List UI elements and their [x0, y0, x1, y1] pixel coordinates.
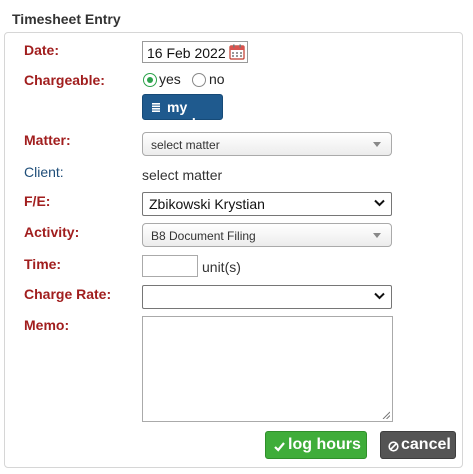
matter-label: Matter:: [24, 132, 71, 148]
time-unit: unit(s): [202, 259, 241, 275]
activity-label: Activity:: [24, 224, 80, 240]
log-hours-label: log hours: [288, 436, 361, 453]
fe-select[interactable]: Zbikowski Krystian: [142, 192, 392, 216]
chevron-down-icon: [373, 233, 381, 238]
time-input[interactable]: [142, 255, 198, 277]
cancel-button[interactable]: cancel: [380, 431, 456, 459]
my-work-button[interactable]: my work: [142, 94, 223, 131]
date-value: 16 Feb 2022: [147, 45, 226, 61]
time-label: Time:: [24, 256, 62, 272]
fe-value: Zbikowski Krystian: [149, 196, 265, 212]
cancel-label: cancel: [401, 436, 451, 453]
date-input[interactable]: 16 Feb 2022: [142, 41, 248, 63]
fe-label: F/E:: [24, 193, 51, 209]
my-work-label: my work: [167, 99, 200, 131]
chevron-down-icon: [374, 199, 385, 207]
chargeable-label: Chargeable:: [24, 72, 105, 88]
list-icon: [152, 103, 160, 112]
checkmark-icon: [274, 442, 285, 452]
matter-select[interactable]: select matter: [142, 132, 392, 156]
chargeable-no-radio[interactable]: [192, 73, 206, 87]
chargeable-yes-radio[interactable]: [143, 73, 157, 87]
page-title: Timesheet Entry: [12, 11, 121, 27]
charge-rate-label: Charge Rate:: [24, 286, 112, 302]
client-value: select matter: [142, 167, 223, 183]
resize-handle-icon[interactable]: [382, 411, 390, 419]
chargeable-no-label[interactable]: no: [209, 71, 225, 87]
charge-rate-select[interactable]: [142, 285, 392, 309]
chevron-down-icon: [373, 142, 381, 147]
chevron-down-icon: [374, 292, 385, 300]
activity-value: B8 Document Filing: [151, 229, 256, 243]
chargeable-yes-label[interactable]: yes: [159, 71, 181, 87]
memo-textarea[interactable]: [142, 316, 393, 422]
memo-label: Memo:: [24, 317, 70, 333]
cancel-icon: [388, 441, 399, 452]
timesheet-form: Date: 16 Feb 2022 Chargeable: yes no my …: [4, 32, 463, 468]
client-label: Client:: [24, 164, 64, 180]
calendar-icon[interactable]: [229, 44, 245, 60]
date-label: Date:: [24, 42, 60, 58]
activity-select[interactable]: B8 Document Filing: [142, 223, 392, 247]
matter-value: select matter: [151, 138, 220, 152]
log-hours-button[interactable]: log hours: [265, 431, 367, 459]
